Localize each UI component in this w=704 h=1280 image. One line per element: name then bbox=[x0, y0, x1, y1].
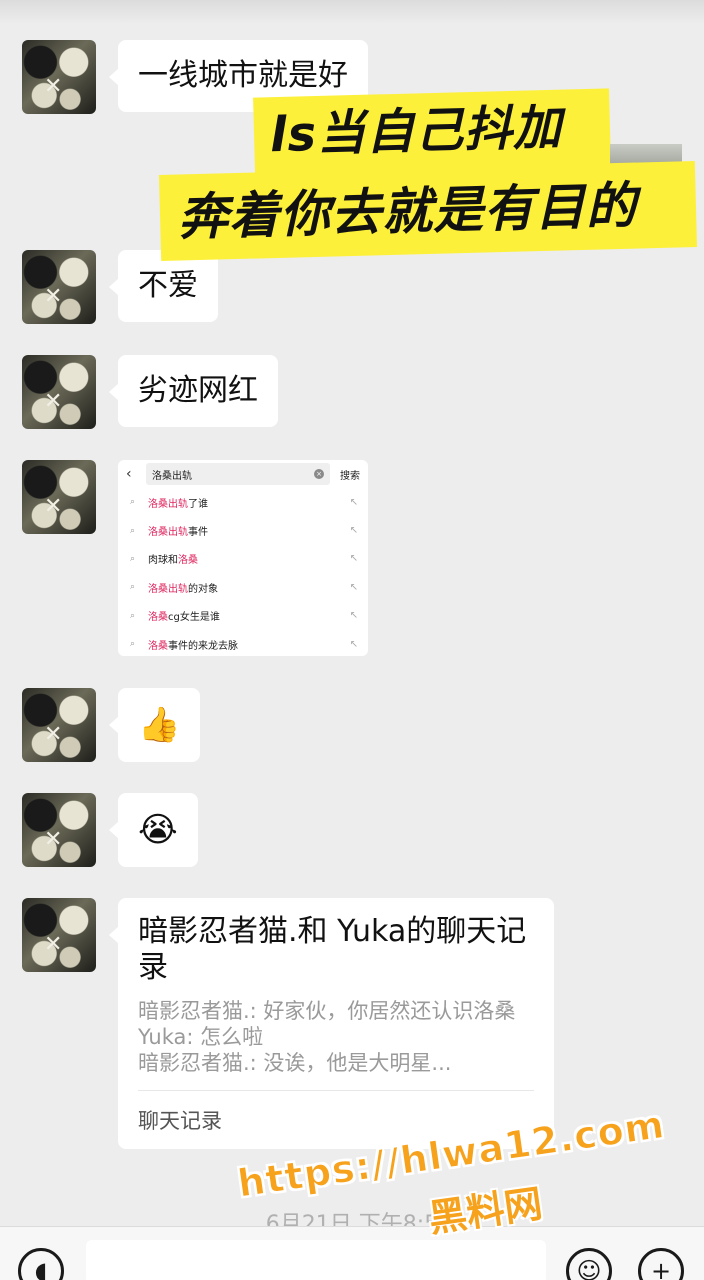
top-edge bbox=[0, 0, 704, 24]
avatar[interactable] bbox=[22, 250, 96, 324]
suggestion-row: ⌕ 洛桑cg女生是谁 ↖ bbox=[118, 602, 368, 630]
clear-icon: × bbox=[314, 469, 324, 479]
fill-arrow-icon: ↖ bbox=[349, 610, 358, 622]
suggestion-text: 了谁 bbox=[188, 498, 208, 510]
search-icon: ⌕ bbox=[130, 582, 136, 593]
suggestion-text: cg女生是谁 bbox=[168, 612, 220, 624]
avatar[interactable] bbox=[22, 460, 96, 534]
suggestion-row: ⌕ 肉球和洛桑 ↖ bbox=[118, 545, 368, 573]
chat-record-line: 暗影忍者猫.: 好家伙，你居然还认识洛桑 bbox=[138, 999, 516, 1023]
fill-arrow-icon: ↖ bbox=[349, 581, 358, 593]
search-icon: ⌕ bbox=[130, 553, 136, 564]
search-icon: ⌕ bbox=[130, 610, 136, 621]
image-message[interactable]: ‹ 洛桑出轨 × 搜索 ⌕ 洛桑出轨了谁 ↖ ⌕ 洛桑出轨事件 ↖ ⌕ 肉球和洛… bbox=[118, 460, 368, 656]
suggestion-highlight: 洛桑 bbox=[148, 640, 168, 652]
message-row: ‹ 洛桑出轨 × 搜索 ⌕ 洛桑出轨了谁 ↖ ⌕ 洛桑出轨事件 ↖ ⌕ 肉球和洛… bbox=[22, 460, 368, 656]
chat-record-title: 暗影忍者猫.和 Yuka的聊天记录 bbox=[138, 914, 527, 985]
suggestion-text: 事件的来龙去脉 bbox=[168, 640, 238, 652]
message-row: 😭 bbox=[22, 793, 198, 867]
caption-line-1: ls当自己抖加 bbox=[253, 88, 611, 174]
laugh-cry-icon: 😭 bbox=[138, 810, 178, 850]
chat-record-card[interactable]: 暗影忍者猫.和 Yuka的聊天记录 暗影忍者猫.: 好家伙，你居然还认识洛桑 Y… bbox=[109, 898, 554, 1149]
thumbs-up-icon: 👍 bbox=[138, 705, 181, 745]
message-input[interactable] bbox=[86, 1240, 546, 1280]
divider bbox=[138, 1090, 534, 1091]
search-input: 洛桑出轨 × bbox=[146, 463, 330, 485]
search-icon: ⌕ bbox=[130, 497, 136, 508]
message-row: 👍 bbox=[22, 688, 201, 762]
chat-record-line: Yuka: 怎么啦 bbox=[138, 1025, 264, 1049]
search-query: 洛桑出轨 bbox=[152, 470, 192, 482]
suggestion-text: 的对象 bbox=[188, 583, 218, 595]
back-arrow-icon: ‹ bbox=[126, 466, 132, 482]
suggestion-row: ⌕ 洛桑事件的来龙去脉 ↖ bbox=[118, 630, 368, 656]
emoji-message[interactable]: 👍 bbox=[108, 688, 201, 762]
fill-arrow-icon: ↖ bbox=[349, 638, 358, 650]
suggestion-highlight: 洛桑出轨 bbox=[148, 583, 188, 595]
caption-line-2: 奔着你去就是有目的 bbox=[158, 160, 698, 262]
search-icon: ⌕ bbox=[130, 639, 136, 650]
emoji-message[interactable]: 😭 bbox=[109, 793, 198, 867]
suggestion-highlight: 洛桑出轨 bbox=[148, 498, 188, 510]
suggestion-row: ⌕ 洛桑出轨的对象 ↖ bbox=[118, 573, 368, 601]
message-row: 劣迹网红 bbox=[22, 355, 278, 429]
message-row: 不爱 bbox=[22, 250, 218, 324]
suggestion-highlight: 洛桑 bbox=[148, 612, 168, 624]
message-bubble[interactable]: 劣迹网红 bbox=[109, 355, 278, 427]
chat-record-preview: 暗影忍者猫.: 好家伙，你居然还认识洛桑 Yuka: 怎么啦 暗影忍者猫.: 没… bbox=[138, 998, 534, 1076]
suggestion-highlight: 洛桑 bbox=[178, 555, 198, 567]
search-button: 搜索 bbox=[340, 470, 360, 482]
search-bar: ‹ 洛桑出轨 × 搜索 bbox=[118, 460, 368, 488]
fill-arrow-icon: ↖ bbox=[349, 496, 358, 508]
avatar[interactable] bbox=[22, 793, 96, 867]
avatar[interactable] bbox=[22, 688, 96, 762]
suggestion-row: ⌕ 洛桑出轨事件 ↖ bbox=[118, 516, 368, 544]
search-icon: ⌕ bbox=[130, 525, 136, 536]
fill-arrow-icon: ↖ bbox=[349, 525, 358, 537]
suggestion-row: ⌕ 洛桑出轨了谁 ↖ bbox=[118, 488, 368, 516]
suggestion-highlight: 洛桑出轨 bbox=[148, 527, 188, 539]
avatar[interactable] bbox=[22, 898, 96, 972]
avatar[interactable] bbox=[22, 40, 96, 114]
avatar[interactable] bbox=[22, 355, 96, 429]
suggestion-text: 事件 bbox=[188, 527, 208, 539]
fill-arrow-icon: ↖ bbox=[349, 553, 358, 565]
chat-record-line: 暗影忍者猫.: 没诶，他是大明星... bbox=[138, 1051, 452, 1075]
message-row: 暗影忍者猫.和 Yuka的聊天记录 暗影忍者猫.: 好家伙，你居然还认识洛桑 Y… bbox=[22, 898, 554, 1149]
suggestion-prefix: 肉球和 bbox=[148, 555, 178, 567]
